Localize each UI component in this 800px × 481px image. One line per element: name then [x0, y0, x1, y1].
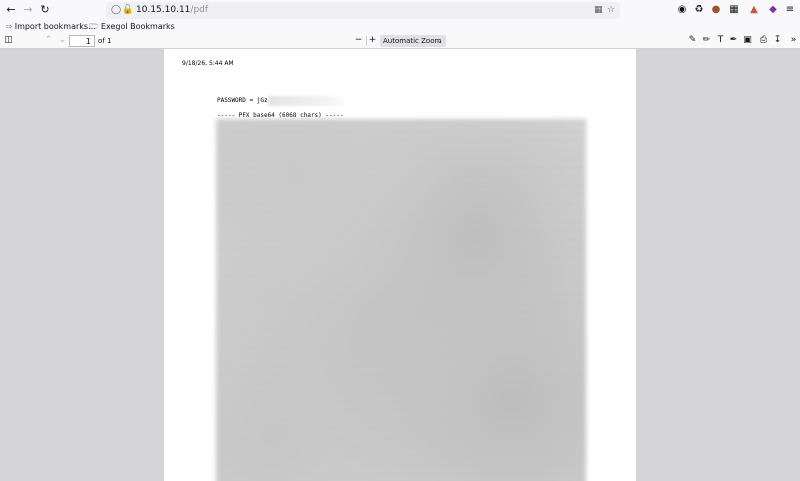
url-path: /pdf [190, 5, 209, 15]
save-icon[interactable]: ↧ [771, 34, 784, 47]
account-icon[interactable]: ◉ [675, 3, 689, 17]
url-text[interactable]: 10.15.10.11/pdf [136, 4, 208, 17]
back-icon[interactable]: ← [4, 3, 18, 17]
next-page-icon[interactable]: ⌄ [56, 34, 69, 47]
password-label: PASSWORD = jGz [217, 97, 268, 104]
url-host: 10.15.10.11 [136, 5, 191, 15]
bookmarks-toolbar: ⇨ Import bookmarks... 🗁 Exegol Bookmarks [0, 21, 800, 33]
text-tool-icon[interactable]: T [714, 34, 727, 47]
page-number-input[interactable] [69, 35, 95, 47]
tracking-shield-icon[interactable]: ◯ [111, 4, 121, 17]
previous-page-icon[interactable]: ⌃ [42, 34, 55, 47]
zoom-select[interactable]: Automatic Zoom ⌄ [380, 35, 446, 47]
extensions-icon[interactable]: ♻ [692, 3, 706, 17]
image-tool-icon[interactable]: ▣ [741, 34, 754, 47]
forward-icon[interactable]: → [21, 3, 35, 17]
zoom-out-icon[interactable]: − [352, 34, 365, 47]
draw-tool-icon[interactable]: ✏ [700, 34, 713, 47]
exegol-bookmarks-folder[interactable]: 🗁 Exegol Bookmarks [89, 21, 175, 33]
zoom-in-icon[interactable]: + [366, 34, 379, 47]
import-icon: ⇨ [6, 22, 13, 31]
wappalyzer-extension-icon[interactable]: ▲ [747, 3, 761, 17]
print-date: 9/18/26, 5:44 AM [182, 60, 234, 67]
qr-code-icon[interactable]: ▦ [594, 4, 603, 17]
pdf-viewer[interactable]: 9/18/26, 5:44 AM PASSWORD = jGz ----- PF… [0, 49, 800, 481]
zoom-value: Automatic Zoom [383, 37, 442, 45]
insecure-lock-icon[interactable]: 🔓 [122, 4, 133, 17]
tools-menu-icon[interactable]: » [787, 34, 800, 47]
password-redaction [268, 96, 344, 106]
browser-navbar: ← → ↻ ◯ 🔓 10.15.10.11/pdf ▦ ☆ ◉ ♻ ● ▦ ▲ … [0, 0, 800, 21]
pfx-redaction [216, 119, 586, 481]
reload-icon[interactable]: ↻ [38, 3, 52, 17]
signature-tool-icon[interactable]: ✒ [727, 34, 740, 47]
pdf-toolbar: ◫ ⌃ ⌄ of 1 − + Automatic Zoom⌄ ✎ ✏ T ✒ ▣… [0, 33, 800, 49]
pdf-page: 9/18/26, 5:44 AM PASSWORD = jGz ----- PF… [164, 49, 636, 481]
chevron-down-icon: ⌄ [437, 37, 443, 45]
import-bookmarks-label: Import bookmarks... [14, 22, 96, 31]
folder-icon: 🗁 [89, 22, 99, 31]
cookie-extension-icon[interactable]: ● [709, 3, 723, 17]
menu-icon[interactable]: ≡ [783, 3, 797, 17]
foxyproxy-extension-icon[interactable]: ◆ [766, 3, 780, 17]
print-icon[interactable]: ⎙ [757, 34, 770, 47]
import-bookmarks-item[interactable]: ⇨ Import bookmarks... [6, 21, 96, 33]
url-bar[interactable]: ◯ 🔓 10.15.10.11/pdf ▦ ☆ [106, 2, 620, 19]
exegol-bookmarks-label: Exegol Bookmarks [100, 22, 175, 31]
grid-extension-icon[interactable]: ▦ [727, 3, 741, 17]
bookmark-star-icon[interactable]: ☆ [607, 4, 615, 17]
sidebar-toggle-icon[interactable]: ◫ [2, 34, 15, 47]
highlight-tool-icon[interactable]: ✎ [686, 34, 699, 47]
page-total: of 1 [98, 37, 112, 45]
